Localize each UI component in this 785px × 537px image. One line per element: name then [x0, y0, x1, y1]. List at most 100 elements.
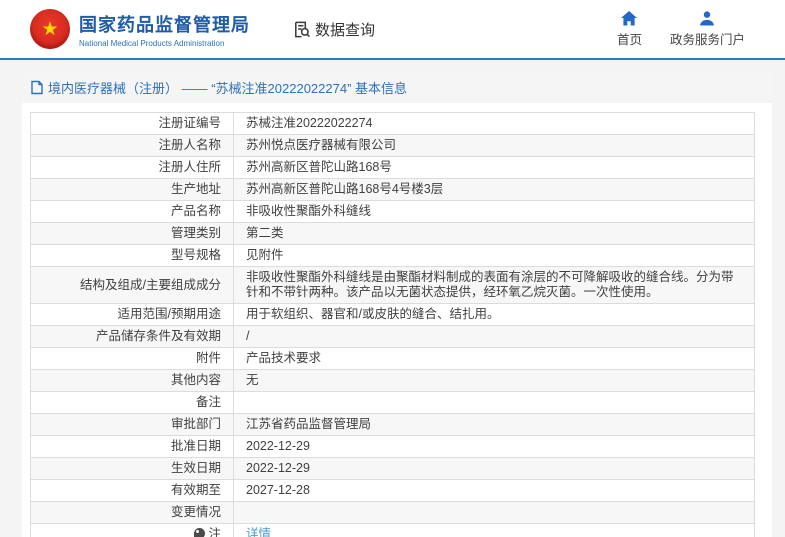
- field-label-text: 注册人名称: [158, 138, 221, 152]
- field-value: 苏州高新区普陀山路168号4号楼3层: [233, 178, 755, 201]
- site-header: ★ 国家药品监督管理局 National Medical Products Ad…: [0, 0, 785, 60]
- table-row: 管理类别 第二类: [30, 222, 755, 245]
- field-label-text: 生产地址: [170, 182, 221, 196]
- nav-data-query[interactable]: 数据查询: [292, 19, 375, 40]
- comment-icon: [194, 528, 206, 537]
- field-label-text: 注册人住所: [158, 160, 221, 174]
- field-label: 生效日期: [30, 457, 234, 480]
- nav-gov-portal[interactable]: 政务服务门户: [669, 10, 745, 48]
- field-value: 非吸收性聚酯外科缝线是由聚酯材料制成的表面有涂层的不可降解吸收的缝合线。分为带针…: [233, 266, 755, 304]
- document-search-icon: [295, 21, 310, 37]
- field-label-text: 其他内容: [170, 373, 221, 387]
- field-label: 生产地址: [30, 178, 234, 201]
- field-value: 2022-12-29: [233, 457, 755, 480]
- info-table-body: 注册证编号 苏械注准20222022274 注册人名称 苏州悦点医疗器械有限公司 注册人…: [30, 112, 755, 537]
- table-row: 型号规格 见附件: [30, 244, 755, 267]
- field-label-text: 管理类别: [170, 226, 221, 240]
- field-label: 产品储存条件及有效期: [30, 325, 234, 348]
- field-label-text: 附件: [195, 351, 221, 365]
- field-label-text: 结构及组成/主要组成成分: [80, 277, 221, 292]
- field-label: 其他内容: [30, 369, 234, 392]
- field-label-text: 型号规格: [170, 248, 221, 262]
- field-value: 用于软组织、器官和/或皮肤的缝合、结扎用。: [233, 303, 755, 326]
- field-label: 审批部门: [30, 413, 234, 436]
- table-row: 注 详情: [30, 523, 755, 537]
- home-icon: [621, 10, 638, 25]
- nav-home-label: 首页: [616, 32, 642, 47]
- field-value: /: [233, 325, 755, 348]
- field-label-text: 变更情况: [170, 505, 221, 519]
- table-row: 变更情况: [30, 501, 755, 524]
- nav-home[interactable]: 首页: [616, 10, 642, 48]
- field-label: 批准日期: [30, 435, 234, 458]
- field-label-text: 生效日期: [170, 461, 221, 475]
- field-value: 详情: [233, 523, 755, 537]
- table-row: 审批部门 江苏省药品监督管理局: [30, 413, 755, 436]
- person-icon: [700, 10, 715, 25]
- field-value: 江苏省药品监督管理局: [233, 413, 755, 436]
- field-label: 注册证编号: [30, 112, 234, 135]
- content-panel: 境内医疗器械（注册） —— “苏械注准20222022274” 基本信息 注册证…: [22, 71, 772, 537]
- org-titles: 国家药品监督管理局 National Medical Products Admi…: [79, 11, 250, 48]
- field-label: 适用范围/预期用途: [30, 303, 234, 326]
- field-label: 附件: [30, 347, 234, 370]
- table-row: 注册人名称 苏州悦点医疗器械有限公司: [30, 134, 755, 157]
- field-label: 变更情况: [30, 501, 234, 524]
- page-title: 境内医疗器械（注册） —— “苏械注准20222022274” 基本信息: [48, 81, 408, 96]
- field-label-text: 产品储存条件及有效期: [95, 329, 221, 343]
- field-label-text: 注册证编号: [158, 116, 221, 130]
- table-row: 其他内容无: [30, 369, 755, 392]
- field-label-text: 批准日期: [170, 439, 221, 453]
- field-value: 见附件: [233, 244, 755, 267]
- field-value: 第二类: [233, 222, 755, 245]
- field-label-text: 审批部门: [170, 417, 221, 431]
- table-row: 备注: [30, 391, 755, 414]
- national-emblem-icon: ★: [30, 9, 70, 49]
- field-value: 无: [233, 369, 755, 392]
- org-name-zh: 国家药品监督管理局: [79, 14, 250, 35]
- field-label: 型号规格: [30, 244, 234, 267]
- field-value: 2027-12-28: [233, 479, 755, 502]
- table-row: 附件 产品技术要求: [30, 347, 755, 370]
- field-value: [233, 391, 755, 414]
- field-value: [233, 501, 755, 524]
- field-value: 苏械注准20222022274: [233, 112, 755, 135]
- field-label-text: 注: [208, 527, 221, 537]
- table-row: 产品储存条件及有效期 /: [30, 325, 755, 348]
- nav-gov-portal-label: 政务服务门户: [669, 32, 745, 47]
- breadcrumb: 境内医疗器械（注册） —— “苏械注准20222022274” 基本信息: [22, 71, 772, 103]
- table-row: 适用范围/预期用途 用于软组织、器官和/或皮肤的缝合、结扎用。: [30, 303, 755, 326]
- field-label-text: 产品名称: [170, 204, 221, 218]
- field-label: 结构及组成/主要组成成分: [30, 266, 234, 304]
- field-label-text: 备注: [195, 395, 221, 409]
- header-nav: 首页 政务服务门户: [616, 10, 745, 48]
- field-label: 注: [30, 523, 234, 537]
- field-label-text: 有效期至: [170, 483, 221, 497]
- table-row: 生产地址 苏州高新区普陀山路168号4号楼3层: [30, 178, 755, 201]
- detail-link[interactable]: 详情: [246, 527, 271, 537]
- field-label: 有效期至: [30, 479, 234, 502]
- table-row: 有效期至 2027-12-28: [30, 479, 755, 502]
- table-row: 批准日期 2022-12-29: [30, 435, 755, 458]
- field-label: 注册人名称: [30, 134, 234, 157]
- org-name-en: National Medical Products Administration: [79, 38, 225, 48]
- field-label: 管理类别: [30, 222, 234, 245]
- field-label: 产品名称: [30, 200, 234, 223]
- field-label: 注册人住所: [30, 156, 234, 179]
- field-label-text: 适用范围/预期用途: [117, 307, 221, 321]
- table-row: 注册证编号 苏械注准20222022274: [30, 112, 755, 135]
- field-value: 非吸收性聚酯外科缝线: [233, 200, 755, 223]
- site-logo[interactable]: ★ 国家药品监督管理局 National Medical Products Ad…: [30, 9, 250, 49]
- field-value: 苏州悦点医疗器械有限公司: [233, 134, 755, 157]
- table-row: 结构及组成/主要组成成分 非吸收性聚酯外科缝线是由聚酯材料制成的表面有涂层的不可降…: [30, 266, 755, 304]
- field-value: 产品技术要求: [233, 347, 755, 370]
- field-value: 2022-12-29: [233, 435, 755, 458]
- nav-data-query-label: 数据查询: [315, 21, 376, 39]
- table-row: 注册人住所 苏州高新区普陀山路168号: [30, 156, 755, 179]
- registration-info-table: 注册证编号 苏械注准20222022274 注册人名称 苏州悦点医疗器械有限公司 注册人…: [30, 112, 755, 537]
- field-value: 苏州高新区普陀山路168号: [233, 156, 755, 179]
- table-row: 生效日期 2022-12-29: [30, 457, 755, 480]
- document-icon: [31, 80, 43, 95]
- table-row: 产品名称 非吸收性聚酯外科缝线: [30, 200, 755, 223]
- field-label: 备注: [30, 391, 234, 414]
